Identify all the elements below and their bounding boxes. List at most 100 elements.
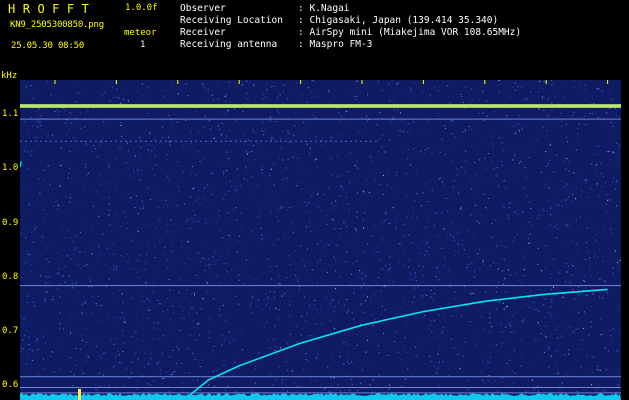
noise-pixel (148, 224, 150, 226)
noise-pixel (321, 271, 323, 273)
noise-pixel (345, 91, 347, 93)
noise-pixel (413, 121, 415, 123)
noise-pixel (361, 242, 363, 244)
noise-pixel (430, 258, 431, 260)
noise-pixel (115, 390, 117, 392)
noise-pixel (95, 342, 97, 344)
noise-pixel (503, 180, 505, 182)
noise-pixel (474, 270, 476, 272)
noise-pixel (354, 348, 356, 350)
noise-pixel (395, 331, 397, 332)
noise-pixel (579, 81, 581, 83)
noise-pixel (528, 221, 530, 223)
noise-pixel (234, 361, 236, 363)
noise-pixel (204, 198, 206, 200)
noise-pixel (275, 308, 277, 310)
noise-pixel (617, 262, 619, 264)
noise-pixel (537, 247, 539, 249)
y-tick-label: 1.1 (2, 109, 19, 120)
noise-pixel (551, 84, 553, 86)
noise-pixel (56, 272, 58, 274)
noise-pixel (337, 373, 339, 375)
noise-pixel (155, 164, 157, 166)
noise-pixel (195, 110, 196, 112)
noise-pixel (111, 371, 113, 373)
noise-pixel (572, 240, 574, 242)
noise-pixel (394, 341, 396, 342)
noise-pixel (424, 254, 426, 256)
noise-pixel (198, 334, 200, 336)
noise-pixel (383, 174, 384, 176)
noise-pixel (438, 279, 440, 281)
noise-pixel (532, 393, 534, 395)
noise-pixel (178, 348, 179, 350)
noise-pixel (366, 243, 368, 245)
noise-pixel (404, 378, 406, 380)
noise-pixel (544, 298, 546, 300)
noise-pixel (129, 377, 130, 379)
noise-pixel (380, 259, 382, 261)
noise-pixel (62, 275, 64, 277)
noise-pixel (478, 222, 480, 224)
noise-pixel (26, 302, 28, 304)
noise-pixel (351, 311, 353, 313)
noise-pixel (36, 172, 38, 174)
noise-pixel (374, 362, 376, 364)
noise-pixel (377, 251, 379, 253)
noise-pixel (119, 225, 121, 227)
noise-pixel (488, 317, 490, 319)
noise-pixel (176, 204, 178, 206)
info-colon: : (298, 15, 304, 26)
noise-pixel (39, 274, 41, 276)
noise-pixel (430, 289, 432, 291)
noise-pixel (116, 96, 118, 98)
noise-pixel (540, 340, 542, 342)
noise-pixel (565, 199, 567, 201)
noise-pixel (508, 269, 509, 271)
noise-pixel (447, 251, 449, 253)
noise-pixel (30, 154, 32, 156)
noise-pixel (127, 162, 129, 163)
noise-pixel (221, 122, 223, 124)
noise-pixel (59, 183, 61, 185)
noise-pixel (67, 173, 69, 174)
noise-pixel (335, 244, 337, 246)
noise-pixel (553, 258, 555, 260)
noise-pixel (478, 99, 479, 101)
noise-pixel (503, 283, 504, 285)
noise-pixel (523, 269, 525, 270)
noise-pixel (594, 111, 596, 113)
noise-pixel (333, 328, 335, 330)
noise-pixel (258, 306, 260, 308)
noise-pixel (102, 374, 104, 376)
noise-pixel (326, 223, 328, 225)
noise-pixel (599, 278, 601, 280)
noise-pixel (169, 108, 171, 110)
noise-pixel (465, 160, 466, 162)
noise-pixel (438, 115, 440, 117)
noise-pixel (166, 158, 168, 160)
noise-pixel (516, 272, 518, 274)
noise-pixel (370, 157, 372, 159)
noise-pixel (404, 265, 406, 267)
info-row-antenna: Receiving antenna: Maspro FM-3 (180, 40, 372, 50)
noise-pixel (144, 353, 146, 354)
noise-pixel (311, 96, 313, 98)
noise-pixel (236, 139, 238, 141)
noise-pixel (399, 130, 401, 132)
noise-pixel (340, 351, 341, 353)
noise-pixel (565, 262, 567, 264)
noise-pixel (405, 173, 407, 174)
noise-pixel (227, 212, 229, 214)
noise-pixel (221, 295, 223, 297)
noise-pixel (357, 192, 358, 194)
noise-pixel (167, 309, 168, 311)
noise-pixel (241, 84, 243, 86)
noise-pixel (613, 131, 614, 133)
noise-pixel (470, 214, 472, 216)
noise-pixel (318, 206, 320, 208)
noise-pixel (297, 157, 299, 159)
noise-pixel (98, 372, 100, 374)
noise-pixel (549, 224, 551, 226)
noise-pixel (229, 318, 231, 320)
